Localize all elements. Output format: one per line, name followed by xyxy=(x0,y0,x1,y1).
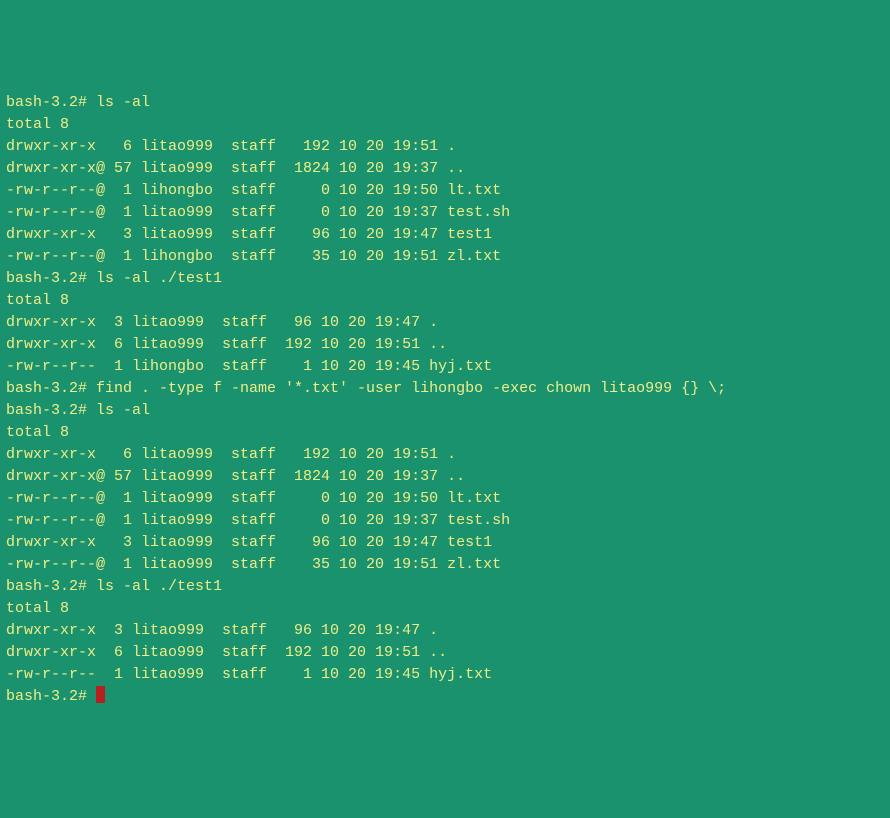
ls-row: drwxr-xr-x 3 litao999 staff 96 10 20 19:… xyxy=(6,620,884,642)
ls-total: total 8 xyxy=(6,290,884,312)
ls-row: drwxr-xr-x 3 litao999 staff 96 10 20 19:… xyxy=(6,312,884,334)
ls-row: drwxr-xr-x 6 litao999 staff 192 10 20 19… xyxy=(6,444,884,466)
ls-row: -rw-r--r-- 1 litao999 staff 1 10 20 19:4… xyxy=(6,664,884,686)
cmd-ls-test1-2: bash-3.2# ls -al ./test1 xyxy=(6,576,884,598)
ls-total: total 8 xyxy=(6,422,884,444)
shell-prompt: bash-3.2# xyxy=(6,688,96,705)
ls-row: drwxr-xr-x 6 litao999 staff 192 10 20 19… xyxy=(6,334,884,356)
ls-row: -rw-r--r--@ 1 litao999 staff 0 10 20 19:… xyxy=(6,202,884,224)
shell-prompt: bash-3.2# xyxy=(6,578,96,595)
shell-command: ls -al xyxy=(96,94,150,111)
cmd-ls-al-2: bash-3.2# ls -al xyxy=(6,400,884,422)
ls-total: total 8 xyxy=(6,114,884,136)
ls-row: -rw-r--r--@ 1 lihongbo staff 35 10 20 19… xyxy=(6,246,884,268)
ls-row: drwxr-xr-x@ 57 litao999 staff 1824 10 20… xyxy=(6,466,884,488)
terminal-output[interactable]: bash-3.2# ls -altotal 8drwxr-xr-x 6 lita… xyxy=(6,92,884,708)
ls-row: drwxr-xr-x 3 litao999 staff 96 10 20 19:… xyxy=(6,224,884,246)
shell-prompt: bash-3.2# xyxy=(6,94,96,111)
ls-row: -rw-r--r--@ 1 litao999 staff 35 10 20 19… xyxy=(6,554,884,576)
shell-command: find . -type f -name '*.txt' -user lihon… xyxy=(96,380,726,397)
shell-command: ls -al xyxy=(96,402,150,419)
shell-command: ls -al ./test1 xyxy=(96,270,222,287)
shell-prompt: bash-3.2# xyxy=(6,402,96,419)
cursor xyxy=(96,686,105,703)
ls-row: -rw-r--r--@ 1 litao999 staff 0 10 20 19:… xyxy=(6,510,884,532)
cmd-find-chown: bash-3.2# find . -type f -name '*.txt' -… xyxy=(6,378,884,400)
shell-prompt: bash-3.2# xyxy=(6,270,96,287)
ls-row: -rw-r--r-- 1 lihongbo staff 1 10 20 19:4… xyxy=(6,356,884,378)
prompt-current-line[interactable]: bash-3.2# xyxy=(6,686,884,708)
ls-row: drwxr-xr-x 6 litao999 staff 192 10 20 19… xyxy=(6,136,884,158)
ls-row: drwxr-xr-x 3 litao999 staff 96 10 20 19:… xyxy=(6,532,884,554)
ls-row: drwxr-xr-x@ 57 litao999 staff 1824 10 20… xyxy=(6,158,884,180)
shell-prompt: bash-3.2# xyxy=(6,380,96,397)
ls-row: -rw-r--r--@ 1 litao999 staff 0 10 20 19:… xyxy=(6,488,884,510)
cmd-ls-test1-1: bash-3.2# ls -al ./test1 xyxy=(6,268,884,290)
ls-total: total 8 xyxy=(6,598,884,620)
cmd-ls-al-1: bash-3.2# ls -al xyxy=(6,92,884,114)
ls-row: drwxr-xr-x 6 litao999 staff 192 10 20 19… xyxy=(6,642,884,664)
ls-row: -rw-r--r--@ 1 lihongbo staff 0 10 20 19:… xyxy=(6,180,884,202)
shell-command: ls -al ./test1 xyxy=(96,578,222,595)
